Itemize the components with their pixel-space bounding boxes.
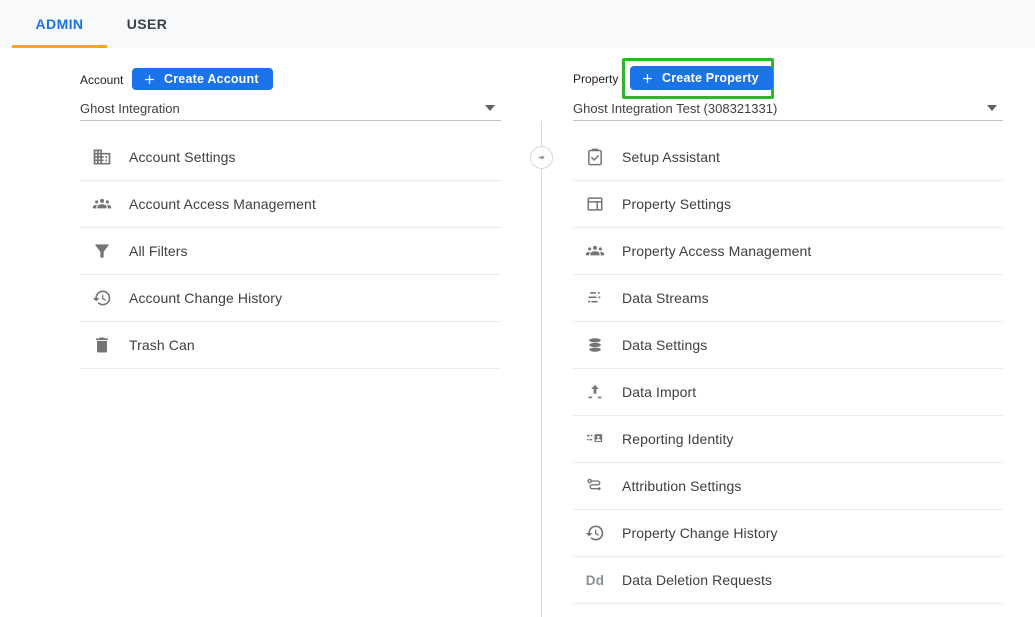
menu-item-data-deletion-requests[interactable]: Dd Data Deletion Requests [573, 557, 1003, 604]
building-icon [92, 147, 112, 167]
tab-admin-label: ADMIN [36, 16, 84, 32]
active-tab-underline [12, 45, 107, 48]
create-account-label: Create Account [164, 72, 259, 86]
history-icon [585, 523, 605, 543]
window-layout-icon [585, 194, 605, 214]
menu-item-reporting-identity[interactable]: Reporting Identity [573, 416, 1003, 463]
menu-item-label: Setup Assistant [622, 149, 720, 165]
tab-user[interactable]: USER [107, 0, 187, 48]
create-property-button[interactable]: Create Property [630, 66, 773, 90]
menu-item-label: Data Settings [622, 337, 707, 353]
account-menu: Account Settings Account Access Manageme… [80, 134, 501, 369]
plus-icon [142, 72, 157, 87]
column-divider [541, 121, 542, 617]
menu-item-account-change-history[interactable]: Account Change History [80, 275, 501, 322]
upload-icon [585, 382, 605, 402]
create-property-label: Create Property [662, 71, 759, 85]
admin-page: ADMIN USER Account Create Account Proper… [0, 0, 1035, 617]
menu-item-setup-assistant[interactable]: Setup Assistant [573, 134, 1003, 181]
menu-item-label: Trash Can [129, 337, 195, 353]
property-menu: Setup Assistant Property Settings Proper… [573, 134, 1003, 604]
menu-item-attribution-settings[interactable]: Attribution Settings [573, 463, 1003, 510]
people-group-icon [585, 241, 605, 261]
account-selector-value: Ghost Integration [80, 101, 180, 116]
collapse-column-button[interactable] [530, 146, 553, 169]
menu-item-all-filters[interactable]: All Filters [80, 228, 501, 275]
arrow-right-icon [535, 151, 548, 164]
property-selector-value: Ghost Integration Test (308321331) [573, 101, 777, 116]
attribution-path-icon [585, 476, 605, 496]
menu-item-data-import[interactable]: Data Import [573, 369, 1003, 416]
trash-icon [92, 335, 112, 355]
property-selector[interactable]: Ghost Integration Test (308321331) [573, 96, 1003, 121]
chevron-down-icon [485, 105, 495, 111]
menu-item-trash-can[interactable]: Trash Can [80, 322, 501, 369]
people-group-icon [92, 194, 112, 214]
plus-icon [640, 71, 655, 86]
menu-item-label: Attribution Settings [622, 478, 742, 494]
menu-item-label: All Filters [129, 243, 188, 259]
menu-item-label: Property Settings [622, 196, 731, 212]
menu-item-label: Property Access Management [622, 243, 811, 259]
dd-glyph-icon: Dd [585, 570, 605, 590]
menu-item-property-change-history[interactable]: Property Change History [573, 510, 1003, 557]
menu-item-data-streams[interactable]: Data Streams [573, 275, 1003, 322]
chevron-down-icon [987, 105, 997, 111]
menu-item-account-access-management[interactable]: Account Access Management [80, 181, 501, 228]
database-icon [585, 335, 605, 355]
tab-bar: ADMIN USER [0, 0, 1035, 48]
menu-item-property-access-management[interactable]: Property Access Management [573, 228, 1003, 275]
create-account-button[interactable]: Create Account [132, 68, 273, 90]
menu-item-label: Data Streams [622, 290, 709, 306]
menu-item-label: Account Access Management [129, 196, 316, 212]
menu-item-account-settings[interactable]: Account Settings [80, 134, 501, 181]
tab-user-label: USER [127, 16, 168, 32]
identity-badge-icon [585, 429, 605, 449]
menu-item-label: Reporting Identity [622, 431, 734, 447]
menu-item-data-settings[interactable]: Data Settings [573, 322, 1003, 369]
menu-item-label: Account Settings [129, 149, 236, 165]
tab-admin[interactable]: ADMIN [12, 0, 107, 48]
account-section-label: Account [80, 73, 123, 87]
menu-item-label: Property Change History [622, 525, 778, 541]
clipboard-check-icon [585, 147, 605, 167]
history-icon [92, 288, 112, 308]
menu-item-property-settings[interactable]: Property Settings [573, 181, 1003, 228]
menu-item-label: Account Change History [129, 290, 282, 306]
menu-item-label: Data Import [622, 384, 696, 400]
menu-item-label: Data Deletion Requests [622, 572, 772, 588]
filter-icon [92, 241, 112, 261]
property-section-label: Property [573, 72, 618, 86]
data-streams-icon [585, 288, 605, 308]
account-selector[interactable]: Ghost Integration [80, 96, 501, 121]
